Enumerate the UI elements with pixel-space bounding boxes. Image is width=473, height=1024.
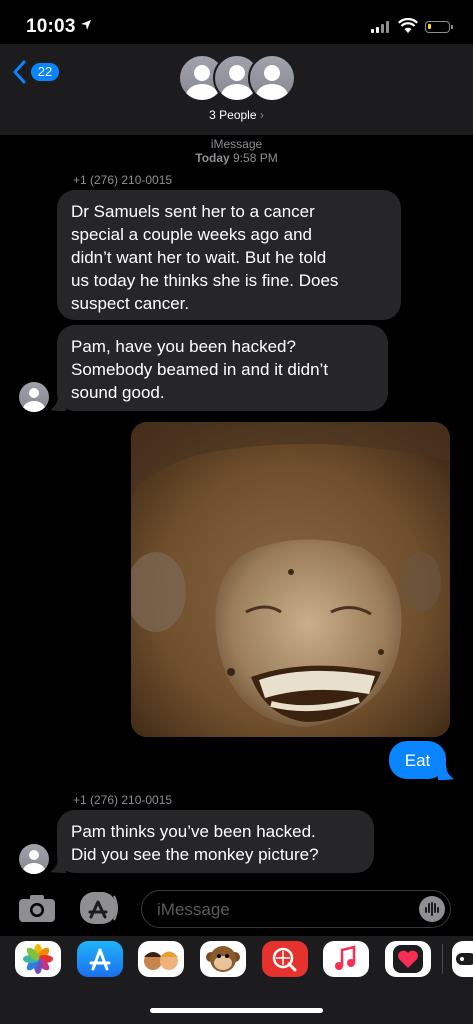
message-line: Dr Samuels sent her to a cancer: [71, 202, 315, 221]
cellular-signal-icon: [371, 21, 391, 33]
message-line: suspect cancer.: [71, 294, 190, 313]
message-line: special a couple weeks ago and: [71, 225, 312, 244]
photo-image: [131, 422, 450, 737]
timestamp: Today 9:58 PM: [0, 151, 473, 165]
photos-app-icon[interactable]: [15, 941, 61, 977]
camera-icon[interactable]: [18, 893, 56, 923]
sender-avatar[interactable]: [19, 844, 49, 874]
bubble-tail: [438, 764, 454, 780]
timestamp-day: Today: [195, 151, 230, 165]
audio-record-icon[interactable]: [419, 896, 445, 922]
group-avatar-3[interactable]: [248, 54, 296, 102]
location-arrow-icon: [81, 20, 91, 30]
message-bubble-incoming[interactable]: Dr Samuels sent her to a cancer special …: [57, 190, 401, 320]
service-label: iMessage: [210, 137, 263, 151]
message-line: sound good.: [71, 383, 165, 402]
back-chevron-icon[interactable]: [12, 60, 26, 84]
unread-count-badge[interactable]: 22: [31, 63, 59, 81]
memoji-icon[interactable]: [138, 941, 184, 977]
people-label: 3 People: [209, 108, 257, 122]
message-line: us today he thinks she is fine. Does: [71, 271, 339, 290]
status-time: 10:03: [26, 16, 76, 37]
game-app-icon[interactable]: [452, 941, 473, 977]
digital-touch-icon[interactable]: [385, 941, 431, 977]
bubble-tail: [50, 857, 66, 873]
sender-name: +1 (276) 210-0015: [73, 793, 173, 807]
message-input-placeholder: iMessage: [157, 900, 230, 919]
message-line: Did you see the monkey picture?: [71, 845, 319, 864]
app-store-icon[interactable]: [77, 941, 123, 977]
home-indicator[interactable]: [150, 1008, 323, 1013]
sender-name: +1 (276) 210-0015: [73, 173, 173, 187]
monkey-animoji-icon[interactable]: [200, 941, 246, 977]
message-line: Pam, have you been hacked?: [71, 337, 296, 356]
message-bubble-incoming[interactable]: Pam thinks you’ve been hacked. Did you s…: [57, 810, 374, 873]
sender-avatar[interactable]: [19, 382, 49, 412]
bubble-tail: [50, 395, 66, 411]
music-app-icon[interactable]: [323, 941, 369, 977]
wifi-icon: [398, 18, 418, 33]
drawer-divider: [442, 944, 443, 974]
group-people-link[interactable]: 3 People ›: [0, 108, 473, 122]
app-store-drawer-icon[interactable]: [80, 892, 120, 924]
message-line: Pam thinks you’ve been hacked.: [71, 822, 316, 841]
people-chevron-icon: ›: [259, 108, 264, 122]
message-line: Somebody beamed in and it didn’t: [71, 360, 329, 379]
message-line: didn’t want her to wait. But he told: [71, 248, 327, 267]
web-search-icon[interactable]: [262, 941, 308, 977]
message-input[interactable]: iMessage: [141, 890, 451, 928]
message-bubble-incoming[interactable]: Pam, have you been hacked? Somebody beam…: [57, 325, 388, 411]
photo-attachment[interactable]: [131, 422, 450, 737]
timestamp-time: 9:58 PM: [233, 151, 278, 165]
battery-icon: [425, 21, 453, 33]
